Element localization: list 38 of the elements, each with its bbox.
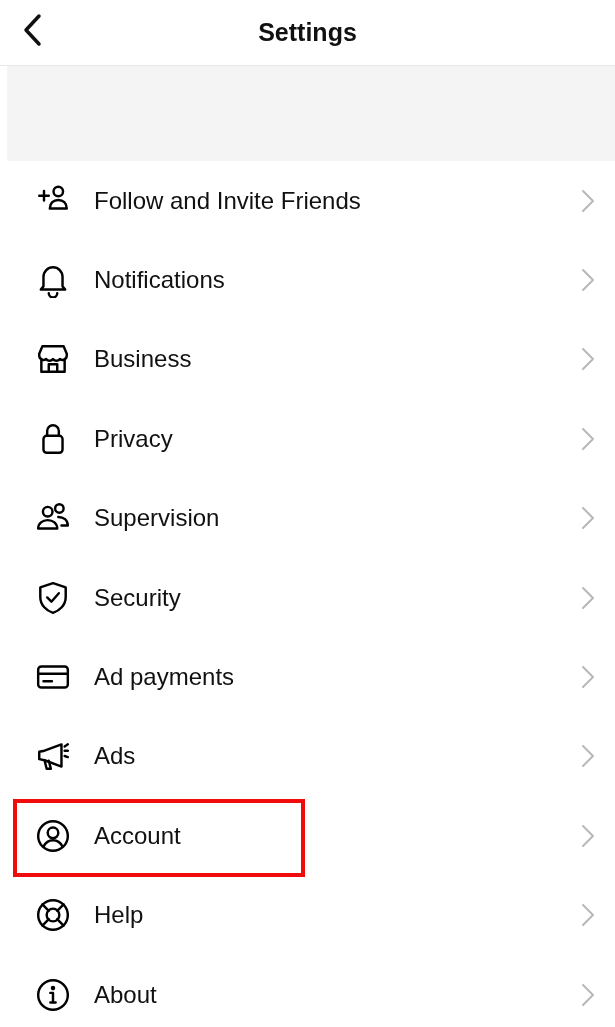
settings-row[interactable]: Ads: [0, 716, 615, 797]
row-label: Account: [94, 821, 182, 850]
settings-row[interactable]: Follow and Invite Friends: [0, 161, 615, 241]
settings-row[interactable]: Supervision: [0, 478, 615, 558]
row-label: Supervision: [94, 504, 221, 533]
row-label: Help: [94, 901, 145, 930]
chevron-right-icon: [581, 426, 595, 451]
chevron-right-icon: [581, 268, 595, 293]
back-chevron-icon: [21, 13, 43, 47]
settings-row[interactable]: Business: [0, 319, 615, 400]
settings-row[interactable]: Help: [0, 875, 615, 955]
row-label: Ad payments: [94, 663, 236, 692]
chevron-right-icon: [581, 347, 595, 372]
chevron-right-icon: [581, 982, 595, 1007]
chevron-right-icon: [581, 188, 595, 213]
row-label: Security: [94, 583, 182, 612]
row-label: Business: [94, 345, 193, 374]
settings-row[interactable]: Notifications: [0, 240, 615, 320]
info-icon: [35, 976, 71, 1013]
row-label: Follow and Invite Friends: [94, 186, 362, 215]
row-label: About: [94, 980, 158, 1009]
chevron-right-icon: [581, 506, 595, 531]
row-label: Privacy: [94, 424, 174, 453]
settings-row[interactable]: Privacy: [0, 399, 615, 479]
person-circle-icon: [35, 817, 71, 854]
page-title: Settings: [258, 18, 357, 47]
chevron-right-icon: [581, 823, 595, 848]
row-label: Ads: [94, 742, 137, 771]
settings-row[interactable]: Account: [0, 796, 615, 876]
chevron-right-icon: [581, 585, 595, 610]
settings-row[interactable]: About: [0, 954, 615, 1027]
settings-row[interactable]: Security: [0, 557, 615, 638]
chevron-right-icon: [581, 744, 595, 769]
row-label: Notifications: [94, 266, 226, 295]
lifebuoy-icon: [35, 897, 71, 934]
chevron-right-icon: [581, 665, 595, 690]
settings-row[interactable]: Ad payments: [0, 637, 615, 717]
chevron-right-icon: [581, 903, 595, 928]
